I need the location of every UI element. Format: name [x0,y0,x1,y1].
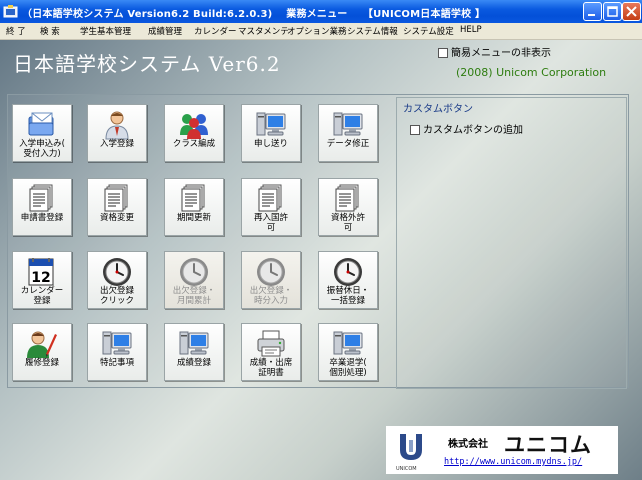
checkbox-box[interactable] [438,48,448,58]
window-title: （日本語学校システム Version6.2 Build:6.2.0.3) 業務メ… [22,9,486,20]
checkbox-box[interactable] [410,125,420,135]
minimize-icon [588,14,595,16]
copyright-text: (2008) Unicom Corporation [456,66,607,79]
folder-mail-icon [13,109,71,139]
close-button[interactable] [622,2,641,21]
menu-tile-label: 履修登録 [24,358,59,368]
menu-master-maintenance[interactable]: マスタメンテ [238,25,289,37]
menu-tile-label: 資格変更 [99,213,134,223]
document-icon [319,183,377,213]
menu-tile-button[interactable]: 振替休日・ 一括登録 [318,251,378,309]
unicom-logo-icon [400,434,422,460]
person-icon [88,109,146,140]
menu-tile-button[interactable]: 出欠登録・ 時分入力 [241,251,301,309]
menu-tile-label: 出欠登録・ 月間累計 [172,286,216,306]
menu-system-info[interactable]: システム情報 [347,25,398,37]
computer-icon [319,109,377,139]
menu-tile-button[interactable]: 資格変更 [87,178,147,236]
logo-small-text: UNICOM [396,466,417,472]
document-icon [13,183,71,213]
menu-tile-button[interactable]: 出欠登録 クリック [87,251,147,309]
logo-company-prefix: 株式会社 [448,439,488,450]
menu-optional-tasks[interactable]: オプション業務 [287,25,347,37]
menu-tile-label: 再入国許 可 [253,213,288,233]
page-title: 日本語学校システム Ver6.2 [13,52,281,76]
custom-panel-title: カスタムボタン [403,104,473,115]
menu-tile-button[interactable]: 申請書登録 [12,178,72,236]
menu-tile-button[interactable]: 成績登録 [164,323,224,381]
logo-brand-name: ユニコム [504,433,592,457]
menu-tile-label: クラス編成 [172,139,216,149]
menu-grades[interactable]: 成績管理 [148,25,182,37]
menu-tile-label: 入学登録 [99,139,134,149]
group-icon [165,109,223,139]
computer-icon [165,328,223,358]
app-icon[interactable] [3,4,18,19]
menu-tile-label: 成績登録 [176,358,211,368]
document-icon [165,183,223,213]
menu-tile-button[interactable]: 卒業退学( 個別処理) [318,323,378,381]
menu-calendar[interactable]: カレンダー [194,25,237,37]
computer-icon [88,328,146,358]
custom-button-panel: カスタムボタン カスタムボタンの追加 [396,97,627,389]
menu-tile-label: 申請書登録 [20,213,64,223]
menu-tile-button[interactable]: 申し送り [241,104,301,162]
menu-tile-label: 資格外許 可 [330,213,365,233]
add-custom-button-checkbox[interactable]: カスタムボタンの追加 [410,121,523,136]
menu-tile-button[interactable]: データ修正 [318,104,378,162]
menu-tile-button[interactable]: 期間更新 [164,178,224,236]
menu-bar: 終 了 検 索 学生基本管理 成績管理 カレンダー マスタメンテ オプション業務… [0,23,642,40]
menu-tile-button[interactable]: 入学申込み( 受付入力) [12,104,72,162]
menu-tile-button[interactable]: 出欠登録・ 月間累計 [164,251,224,309]
menu-system-settings[interactable]: システム設定 [403,25,454,37]
printer-icon [242,328,300,358]
minimize-button[interactable] [583,2,602,21]
menu-help[interactable]: HELP [460,25,482,35]
header: 日本語学校システム Ver6.2 簡易メニューの非表示 (2008) Unico… [0,40,642,90]
company-url-link[interactable]: http://www.unicom.mydns.jp/ [444,457,582,467]
menu-tile-button[interactable]: 履修登録 [12,323,72,381]
menu-exit[interactable]: 終 了 [6,25,26,37]
person-pencil-icon [13,328,71,358]
menu-tile-button[interactable]: 特記事項 [87,323,147,381]
add-custom-button-label: カスタムボタンの追加 [423,125,523,136]
menu-tile-button[interactable]: 成績・出席 証明書 [241,323,301,381]
menu-tile-button[interactable]: 入学登録 [87,104,147,162]
menu-tile-label: 特記事項 [99,358,134,368]
menu-tile-label: 卒業退学( 個別処理) [329,358,367,378]
menu-tile-label: 出欠登録・ 時分入力 [249,286,293,306]
clock-icon [88,256,146,286]
menu-tile-button[interactable]: 12 カレンダー 登録 [12,251,72,309]
svg-text:12: 12 [31,270,50,286]
menu-search[interactable]: 検 索 [40,25,60,37]
simple-menu-label: 簡易メニューの非表示 [451,48,551,59]
menu-tile-button[interactable]: 再入国許 可 [241,178,301,236]
clock-icon [242,256,300,286]
maximize-icon [607,6,618,17]
document-icon [242,183,300,213]
computer-icon [242,109,300,139]
menu-tile-label: 振替休日・ 一括登録 [326,286,370,306]
clock-icon [319,256,377,286]
menu-tile-button[interactable]: 資格外許 可 [318,178,378,236]
menu-tile-button[interactable]: クラス編成 [164,104,224,162]
menu-tile-label: 申し送り [253,139,288,149]
close-icon [626,6,637,17]
menu-tile-label: 出欠登録 クリック [99,286,134,306]
simple-menu-checkbox[interactable]: 簡易メニューの非表示 [438,44,551,59]
document-icon [88,183,146,213]
clock-icon [165,256,223,286]
menu-tile-label: 期間更新 [176,213,211,223]
menu-tile-label: データ修正 [326,139,370,149]
menu-student-master[interactable]: 学生基本管理 [80,25,131,37]
application-window: （日本語学校システム Version6.2 Build:6.2.0.3) 業務メ… [0,0,642,480]
menu-tile-label: カレンダー 登録 [20,286,64,306]
calendar-icon: 12 [13,256,71,286]
computer-icon [319,328,377,358]
menu-tile-label: 成績・出席 証明書 [249,358,293,378]
menu-tile-label: 入学申込み( 受付入力) [19,139,65,159]
company-logo: UNICOM 株式会社 ユニコム http://www.unicom.mydns… [386,426,618,474]
maximize-button[interactable] [603,2,622,21]
title-bar[interactable]: （日本語学校システム Version6.2 Build:6.2.0.3) 業務メ… [0,0,642,23]
